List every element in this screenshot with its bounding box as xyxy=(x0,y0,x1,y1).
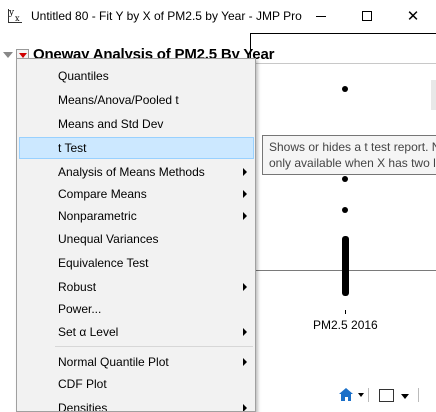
data-point-cluster[interactable] xyxy=(342,236,349,296)
menu-item-set-alpha-level[interactable]: Set α Level xyxy=(19,321,254,343)
chevron-down-icon[interactable] xyxy=(358,393,364,397)
data-point[interactable] xyxy=(342,207,348,213)
menu-item-label: Compare Means xyxy=(58,187,147,201)
menu-item-label: Means and Std Dev xyxy=(58,117,164,131)
menu-item-label: Robust xyxy=(58,280,97,294)
maximize-button[interactable] xyxy=(344,0,390,32)
menu-item-label: Equivalence Test xyxy=(58,256,149,270)
minimize-icon xyxy=(316,15,326,17)
menu-item-normal-quantile-plot[interactable]: Normal Quantile Plot xyxy=(19,351,254,373)
menu-item-nonparametric[interactable]: Nonparametric xyxy=(19,205,254,227)
menu-item-label: Nonparametric xyxy=(58,209,137,223)
menu-item-label: Normal Quantile Plot xyxy=(58,355,169,369)
tooltip-line-1: Shows or hides a t test report. N xyxy=(269,140,436,154)
tooltip-line-2: only available when X has two le xyxy=(269,156,436,170)
menu-item-means-and-std-dev[interactable]: Means and Std Dev xyxy=(19,113,254,135)
menu-item-equivalence-test[interactable]: Equivalence Test xyxy=(19,252,254,274)
data-point[interactable] xyxy=(342,86,348,92)
menu-item-densities[interactable]: Densities xyxy=(19,397,254,412)
minimize-button[interactable] xyxy=(298,0,344,32)
menu-item-cdf-plot[interactable]: CDF Plot xyxy=(19,373,254,395)
disclosure-icon[interactable] xyxy=(3,52,13,58)
menu-item-label: Densities xyxy=(58,401,108,412)
jmp-window: yx Untitled 80 - Fit Y by X of PM2.5 by … xyxy=(0,0,436,412)
close-button[interactable]: ✕ xyxy=(390,0,436,32)
menu-item-label: t Test xyxy=(58,141,87,155)
divider xyxy=(368,388,369,402)
menu-item-label: Analysis of Means Methods xyxy=(58,165,205,179)
submenu-arrow-icon xyxy=(243,328,247,336)
menu-item-robust[interactable]: Robust xyxy=(19,276,254,298)
submenu-arrow-icon xyxy=(243,190,247,198)
submenu-arrow-icon xyxy=(243,283,247,291)
menu-separator xyxy=(55,346,253,347)
menu-item-power[interactable]: Power... xyxy=(19,298,254,320)
menu-item-label: Set α Level xyxy=(58,325,119,339)
menu-item-quantiles[interactable]: Quantiles xyxy=(19,65,254,87)
menu-item-analysis-of-means-methods[interactable]: Analysis of Means Methods xyxy=(19,161,254,183)
data-point[interactable] xyxy=(342,176,348,182)
home-icon[interactable] xyxy=(338,388,354,402)
menu-item-unequal-variances[interactable]: Unequal Variances xyxy=(19,228,254,250)
menu-item-label: CDF Plot xyxy=(58,377,107,391)
menu-item-label: Power... xyxy=(58,302,102,316)
maximize-icon xyxy=(362,11,372,21)
submenu-arrow-icon xyxy=(243,358,247,366)
jmp-fit-y-by-x-icon: yx xyxy=(8,8,24,24)
divider xyxy=(418,388,419,402)
submenu-arrow-icon xyxy=(243,212,247,220)
x-axis-tick xyxy=(345,310,346,314)
submenu-arrow-icon xyxy=(243,168,247,176)
x-axis-label: PM2.5 2016 xyxy=(313,318,378,332)
close-icon: ✕ xyxy=(406,6,420,25)
red-triangle-popup-menu: Quantiles Means/Anova/Pooled t Means and… xyxy=(16,58,256,412)
window-title: Untitled 80 - Fit Y by X of PM2.5 by Yea… xyxy=(31,9,302,23)
menu-item-label: Quantiles xyxy=(58,69,109,83)
menu-item-label: Means/Anova/Pooled t xyxy=(58,93,179,107)
chevron-down-icon[interactable] xyxy=(401,394,409,399)
window-list-box[interactable] xyxy=(379,389,394,402)
menu-item-means-anova-pooled-t[interactable]: Means/Anova/Pooled t xyxy=(19,89,254,111)
menu-item-compare-means[interactable]: Compare Means xyxy=(19,183,254,205)
title-bar: yx Untitled 80 - Fit Y by X of PM2.5 by … xyxy=(0,0,436,32)
menu-item-label: Unequal Variances xyxy=(58,232,159,246)
menu-item-t-test[interactable]: t Test xyxy=(19,137,254,159)
submenu-arrow-icon xyxy=(243,404,247,411)
tooltip: Shows or hides a t test report. N only a… xyxy=(262,135,436,175)
